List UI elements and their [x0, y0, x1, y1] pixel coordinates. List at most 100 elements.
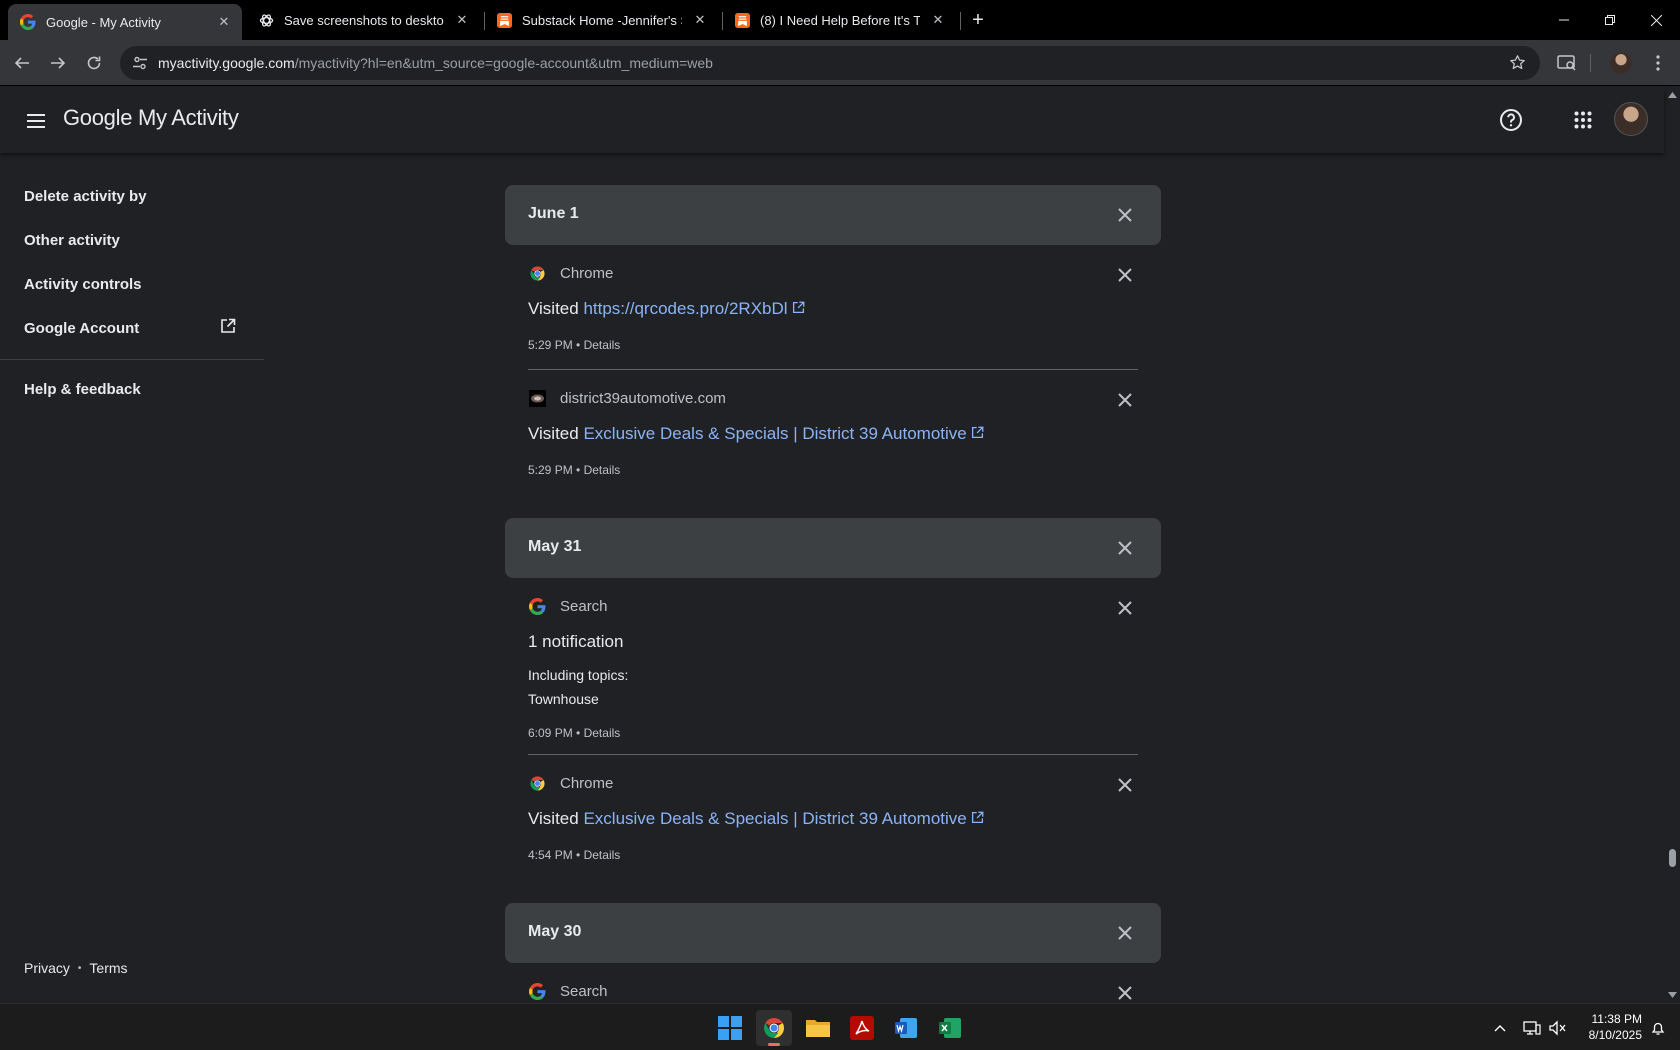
delete-item-button[interactable] [1113, 388, 1137, 412]
activity-item: Chrome Visited Exclusive Deals & Special… [505, 773, 1161, 883]
product-name: Search [560, 982, 608, 1000]
delete-item-button[interactable] [1113, 596, 1137, 620]
app-title[interactable]: Google My Activity [63, 105, 239, 131]
delete-day-button[interactable] [1113, 203, 1137, 227]
tab-save-screenshots[interactable]: Save screenshots to desktop ✕ [246, 0, 480, 40]
item-divider [528, 754, 1138, 755]
main-menu-button[interactable] [22, 107, 50, 135]
minimize-button[interactable] [1541, 0, 1587, 40]
sidebar-divider [0, 359, 264, 360]
close-window-button[interactable] [1633, 0, 1679, 40]
substack-icon [496, 12, 512, 28]
notification-bell-icon[interactable] [1648, 1018, 1668, 1038]
activity-item: Search 1 notification Including topics: … [505, 596, 1161, 751]
delete-item-button[interactable] [1113, 263, 1137, 287]
bookmark-star-icon[interactable] [1509, 54, 1526, 76]
show-hidden-icons-button[interactable] [1490, 1018, 1510, 1038]
activity-headline[interactable]: 1 notification [528, 632, 623, 652]
open-in-new-icon [220, 318, 236, 339]
cast-search-icon[interactable] [1553, 49, 1581, 77]
delete-day-button[interactable] [1113, 921, 1137, 945]
scroll-down-icon[interactable] [1668, 992, 1677, 998]
product-name: Search [560, 597, 608, 615]
day-header: May 30 [505, 903, 1161, 963]
taskbar-clock[interactable]: 11:38 PM 8/10/2025 [1572, 1011, 1642, 1043]
product-row: Chrome [528, 264, 613, 282]
taskbar-file-explorer[interactable] [800, 1010, 836, 1046]
windows-start-button[interactable] [712, 1010, 748, 1046]
activity-title: Visited https://qrcodes.pro/2RXbDl [528, 299, 805, 319]
url-host: myactivity.google.com [158, 55, 295, 71]
taskbar-acrobat[interactable] [844, 1010, 880, 1046]
taskbar-excel[interactable] [932, 1010, 968, 1046]
delete-item-button[interactable] [1113, 773, 1137, 797]
sidebar-item-activity-controls[interactable]: Activity controls [24, 276, 142, 293]
sidebar-item-google-account[interactable]: Google Account [24, 320, 139, 337]
reload-button[interactable] [78, 47, 110, 79]
activity-link[interactable]: https://qrcodes.pro/2RXbDl [583, 299, 787, 318]
activity-item: Chrome Visited https://qrcodes.pro/2RXbD… [505, 263, 1161, 373]
sidebar-item-other-activity[interactable]: Other activity [24, 232, 120, 249]
activity-time: 5:29 PM [528, 463, 573, 477]
details-link[interactable]: Details [584, 726, 621, 740]
google-g-icon [20, 14, 36, 30]
close-tab-icon[interactable]: ✕ [928, 10, 948, 30]
google-apps-button[interactable] [1568, 105, 1598, 135]
close-tab-icon[interactable]: ✕ [690, 10, 710, 30]
delete-day-button[interactable] [1113, 536, 1137, 560]
volume-muted-icon[interactable] [1548, 1018, 1568, 1038]
product-name: district39automotive.com [560, 389, 726, 407]
terms-link[interactable]: Terms [89, 960, 127, 976]
product-row: Search [528, 982, 608, 1000]
product-name: Chrome [560, 774, 614, 792]
product-row: Search [528, 597, 608, 615]
details-link[interactable]: Details [584, 463, 621, 477]
tab-substack-post[interactable]: (8) I Need Help Before It's Too L ✕ [722, 0, 956, 40]
privacy-link[interactable]: Privacy [24, 960, 70, 976]
tab-google-my-activity[interactable]: Google - My Activity ✕ [8, 4, 242, 40]
delete-item-button[interactable] [1113, 981, 1137, 1003]
windows-taskbar: 11:38 PM 8/10/2025 [0, 1003, 1680, 1050]
activity-time: 6:09 PM [528, 726, 573, 740]
back-button[interactable] [6, 47, 38, 79]
sidebar-item-delete-activity[interactable]: Delete activity by [24, 188, 147, 205]
activity-link[interactable]: Exclusive Deals & Specials | District 39… [583, 424, 966, 443]
browser-menu-button[interactable] [1644, 49, 1672, 77]
visited-prefix: Visited [528, 809, 579, 828]
scrollbar-thumb[interactable] [1669, 849, 1676, 867]
details-link[interactable]: Details [584, 848, 621, 862]
close-tab-icon[interactable]: ✕ [452, 10, 472, 30]
tab-substack-home[interactable]: Substack Home -Jennifer's Subs ✕ [484, 0, 718, 40]
account-avatar[interactable] [1614, 102, 1648, 136]
activity-link[interactable]: Exclusive Deals & Specials | District 39… [583, 809, 966, 828]
excel-icon [939, 1018, 961, 1038]
tab-separator [960, 12, 961, 30]
details-link[interactable]: Details [584, 338, 621, 352]
profile-avatar-button[interactable] [1607, 49, 1635, 77]
forward-button[interactable] [42, 47, 74, 79]
open-in-new-icon [971, 424, 984, 443]
close-tab-icon[interactable]: ✕ [214, 12, 234, 32]
new-tab-button[interactable]: + [966, 8, 990, 32]
chrome-icon [528, 774, 546, 792]
open-in-new-icon [792, 299, 805, 318]
sidebar-item-help-feedback[interactable]: Help & feedback [24, 381, 141, 398]
activity-time: 5:29 PM [528, 338, 573, 352]
file-explorer-icon [806, 1020, 830, 1037]
product-name: Chrome [560, 264, 614, 282]
site-info-icon[interactable] [124, 47, 156, 79]
item-divider [528, 369, 1138, 370]
google-g-icon [528, 982, 546, 1000]
restore-button[interactable] [1587, 0, 1633, 40]
page-scrollbar[interactable] [1664, 87, 1680, 1003]
taskbar-chrome[interactable] [756, 1010, 792, 1046]
day-header: May 31 [505, 518, 1161, 578]
network-display-icon[interactable] [1522, 1018, 1542, 1038]
address-bar[interactable]: myactivity.google.com/myactivity?hl=en&u… [120, 46, 1540, 80]
activity-meta: 6:09 PM • Details [528, 726, 620, 740]
sidebar: Delete activity by Other activity Activi… [0, 153, 264, 1003]
tab-title: Substack Home -Jennifer's Subs [522, 12, 682, 28]
taskbar-word[interactable] [888, 1010, 924, 1046]
help-button[interactable] [1496, 105, 1526, 135]
scroll-up-icon[interactable] [1668, 92, 1677, 98]
